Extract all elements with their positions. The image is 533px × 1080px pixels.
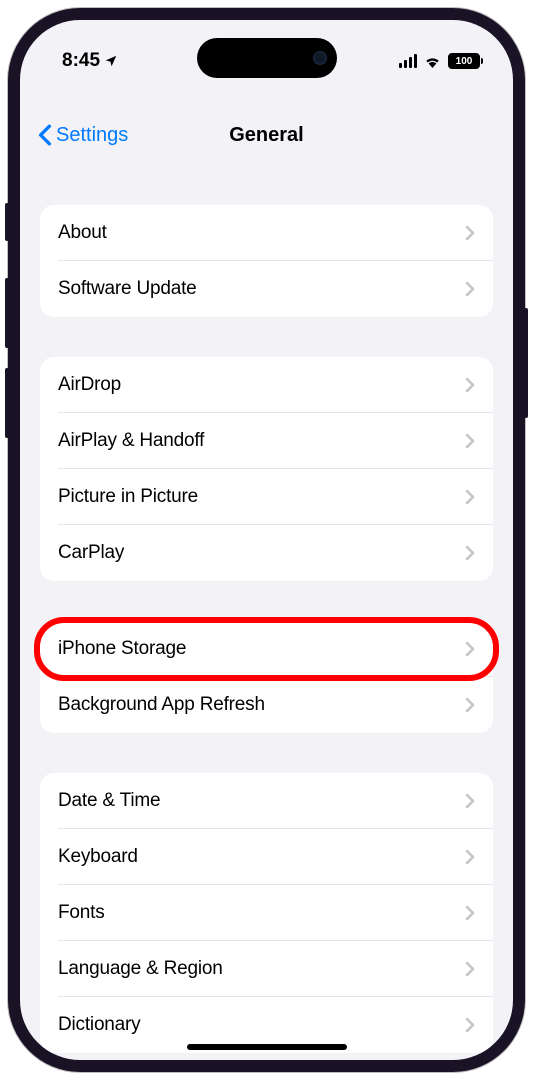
row-label: Date & Time (58, 790, 160, 812)
settings-group: iPhone Storage Background App Refresh (40, 621, 493, 733)
settings-group: About Software Update (40, 205, 493, 317)
back-button[interactable]: Settings (38, 124, 128, 147)
side-button-silent (5, 203, 9, 241)
chevron-right-icon (465, 793, 475, 809)
settings-row[interactable]: Software Update (40, 261, 493, 317)
settings-row[interactable]: iPhone Storage (40, 621, 493, 677)
row-label: Fonts (58, 902, 105, 924)
wifi-icon (423, 54, 442, 68)
row-label: Dictionary (58, 1014, 140, 1036)
row-label: Language & Region (58, 958, 223, 980)
settings-row[interactable]: AirDrop (40, 357, 493, 413)
settings-row[interactable]: Keyboard (40, 829, 493, 885)
navigation-bar: Settings General (20, 105, 513, 165)
home-indicator[interactable] (187, 1044, 347, 1050)
page-title: General (229, 124, 303, 147)
dynamic-island (197, 38, 337, 78)
chevron-right-icon (465, 849, 475, 865)
chevron-right-icon (465, 905, 475, 921)
side-button-volume-up (5, 278, 9, 348)
settings-row[interactable]: Fonts (40, 885, 493, 941)
settings-row[interactable]: Picture in Picture (40, 469, 493, 525)
row-label: AirPlay & Handoff (58, 430, 204, 452)
chevron-right-icon (465, 697, 475, 713)
row-label: iPhone Storage (58, 638, 186, 660)
settings-row[interactable]: About (40, 205, 493, 261)
row-label: AirDrop (58, 374, 121, 396)
settings-row[interactable]: AirPlay & Handoff (40, 413, 493, 469)
side-button-volume-down (5, 368, 9, 438)
settings-row[interactable]: Language & Region (40, 941, 493, 997)
row-label: Background App Refresh (58, 694, 265, 716)
location-icon (104, 54, 118, 68)
content-scroll[interactable]: About Software Update AirDrop AirPlay & Han… (20, 165, 513, 1060)
settings-row[interactable]: Date & Time (40, 773, 493, 829)
chevron-right-icon (465, 377, 475, 393)
chevron-right-icon (465, 545, 475, 561)
chevron-right-icon (465, 961, 475, 977)
chevron-right-icon (465, 225, 475, 241)
settings-row[interactable]: CarPlay (40, 525, 493, 581)
settings-row[interactable]: Background App Refresh (40, 677, 493, 733)
battery-indicator: 100 (448, 53, 483, 69)
phone-frame: 8:45 100 (8, 8, 525, 1072)
cellular-signal-icon (399, 54, 418, 68)
chevron-right-icon (465, 433, 475, 449)
settings-group: Date & Time Keyboard Fonts Language & Regio… (40, 773, 493, 1053)
row-label: Keyboard (58, 846, 138, 868)
chevron-left-icon (38, 124, 52, 146)
back-label: Settings (56, 124, 128, 147)
chevron-right-icon (465, 641, 475, 657)
chevron-right-icon (465, 489, 475, 505)
screen: 8:45 100 (20, 20, 513, 1060)
row-label: Picture in Picture (58, 486, 198, 508)
row-label: About (58, 222, 107, 244)
front-camera (313, 51, 327, 65)
battery-level: 100 (448, 53, 480, 69)
row-label: CarPlay (58, 542, 124, 564)
side-button-power (524, 308, 528, 418)
row-label: Software Update (58, 278, 197, 300)
chevron-right-icon (465, 281, 475, 297)
settings-group: AirDrop AirPlay & Handoff Picture in Pictu… (40, 357, 493, 581)
chevron-right-icon (465, 1017, 475, 1033)
status-time: 8:45 (62, 50, 100, 72)
